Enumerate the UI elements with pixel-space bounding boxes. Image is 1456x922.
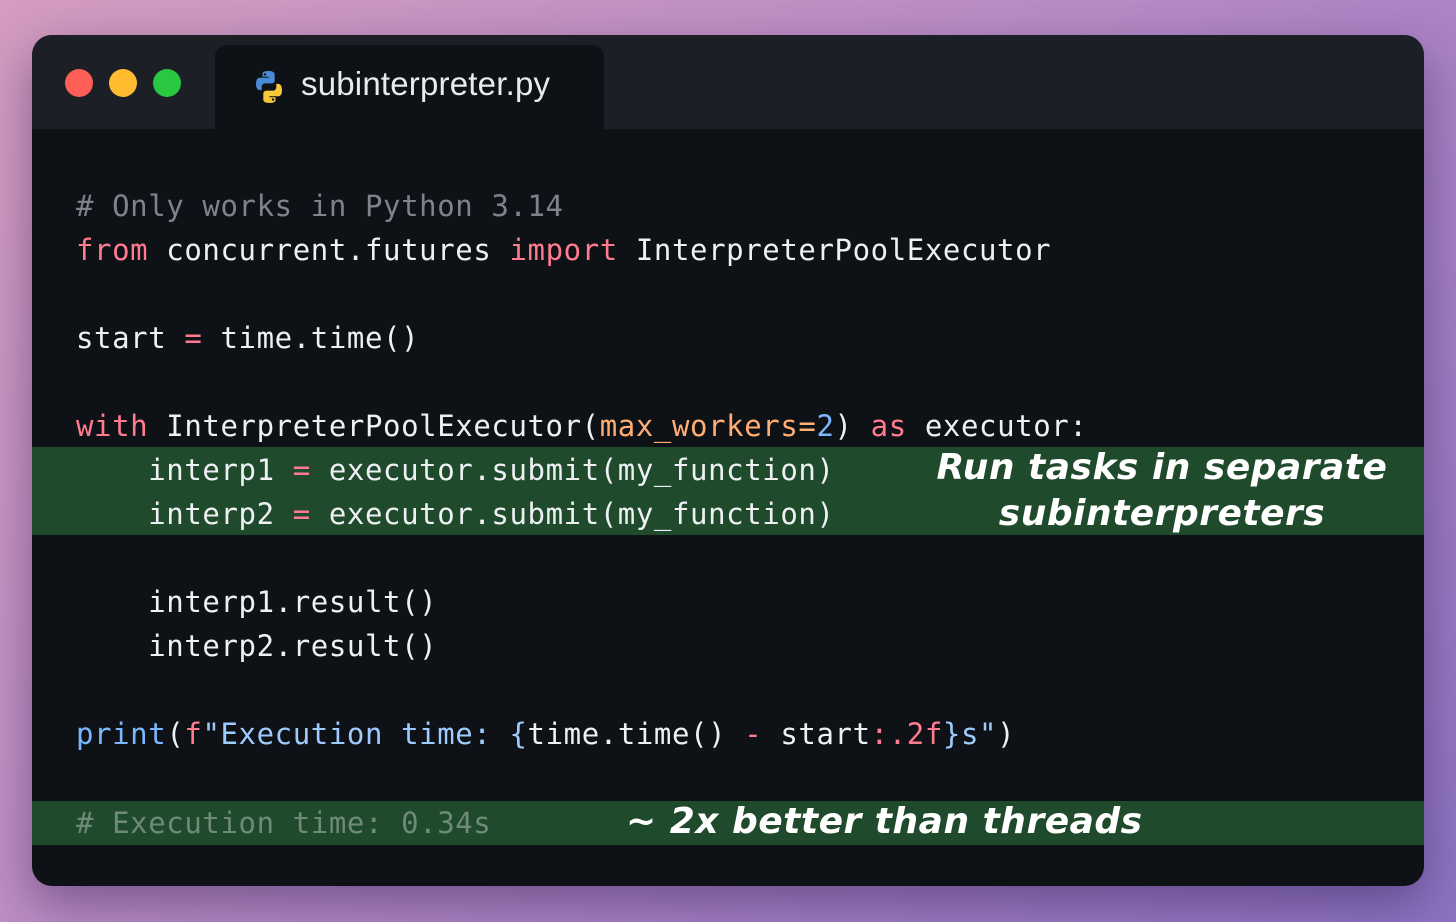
result-call-2: interp2.result(): [76, 629, 438, 663]
keyword-as: as: [870, 409, 907, 443]
close-window-button[interactable]: [65, 69, 93, 97]
time-call: time.time(): [202, 321, 420, 355]
code-line-result-1: interp1.result(): [76, 580, 437, 624]
submit-call: executor.submit(my_function): [310, 497, 835, 531]
code-line-result-2: interp2.result(): [76, 624, 437, 668]
close-paren: ): [834, 409, 871, 443]
result-call-1: interp1.result(): [76, 585, 438, 619]
python-icon: [256, 71, 282, 103]
time-expression: time.time(): [527, 717, 745, 751]
variable-interp1: interp1: [148, 453, 275, 487]
operator-assign: =: [292, 497, 311, 531]
output-comment: # Execution time: 0.34s: [76, 806, 492, 840]
keyword-import: import: [509, 233, 618, 267]
brace-close: }: [942, 717, 961, 751]
format-spec: :.2f: [870, 717, 943, 751]
annotation-line-1: Run tasks in separate: [936, 447, 1388, 488]
string-literal: "Execution time:: [202, 717, 510, 751]
maximize-window-button[interactable]: [153, 69, 181, 97]
keyword-from: from: [76, 233, 149, 267]
brace-open: {: [509, 717, 528, 751]
operator-assign: =: [292, 453, 311, 487]
file-tab[interactable]: subinterpreter.py: [215, 45, 604, 129]
module-name: concurrent.futures: [148, 233, 510, 267]
code-line-output-comment: # Execution time: 0.34s: [76, 801, 491, 845]
operator-minus: -: [744, 717, 763, 751]
imported-name: InterpreterPoolExecutor: [617, 233, 1052, 267]
code-line-import: from concurrent.futures import Interpret…: [76, 228, 1051, 272]
variable-interp2: interp2: [148, 497, 275, 531]
operator-assign: =: [184, 321, 203, 355]
code-line-print: print(f"Execution time: {time.time() - s…: [76, 712, 1015, 756]
executor-call: InterpreterPoolExecutor(: [148, 409, 600, 443]
string-literal-end: s": [960, 717, 998, 751]
editor-window: subinterpreter.py # Only works in Python…: [32, 35, 1424, 886]
tab-filename: subinterpreter.py: [301, 65, 551, 102]
code-line-with: with InterpreterPoolExecutor(max_workers…: [76, 404, 1087, 448]
annotation-subinterpreters: Run tasks in separate subinterpreters: [932, 445, 1392, 537]
minimize-window-button[interactable]: [109, 69, 137, 97]
submit-call: executor.submit(my_function): [310, 453, 835, 487]
annotation-line-2: subinterpreters: [998, 493, 1326, 534]
variable-start: start: [76, 321, 167, 355]
annotation-speedup: ~ 2x better than threads: [626, 801, 1143, 842]
param-equals: =: [798, 409, 817, 443]
param-max-workers: max_workers: [599, 409, 799, 443]
variable-start-ref: start: [762, 717, 871, 751]
keyword-with: with: [76, 409, 149, 443]
code-line-submit-1: interp1 = executor.submit(my_function): [76, 448, 835, 492]
open-paren: (: [166, 717, 185, 751]
close-paren: ): [997, 717, 1016, 751]
fstring-prefix: f: [184, 717, 203, 751]
code-line-start-time: start = time.time(): [76, 316, 419, 360]
code-line-submit-2: interp2 = executor.submit(my_function): [76, 492, 835, 536]
code-line-comment: # Only works in Python 3.14: [76, 184, 564, 228]
number-literal: 2: [816, 409, 835, 443]
title-bar: subinterpreter.py: [32, 35, 1424, 129]
builtin-print: print: [76, 717, 167, 751]
comment-text: # Only works in Python 3.14: [76, 189, 564, 223]
target-executor: executor:: [906, 409, 1088, 443]
